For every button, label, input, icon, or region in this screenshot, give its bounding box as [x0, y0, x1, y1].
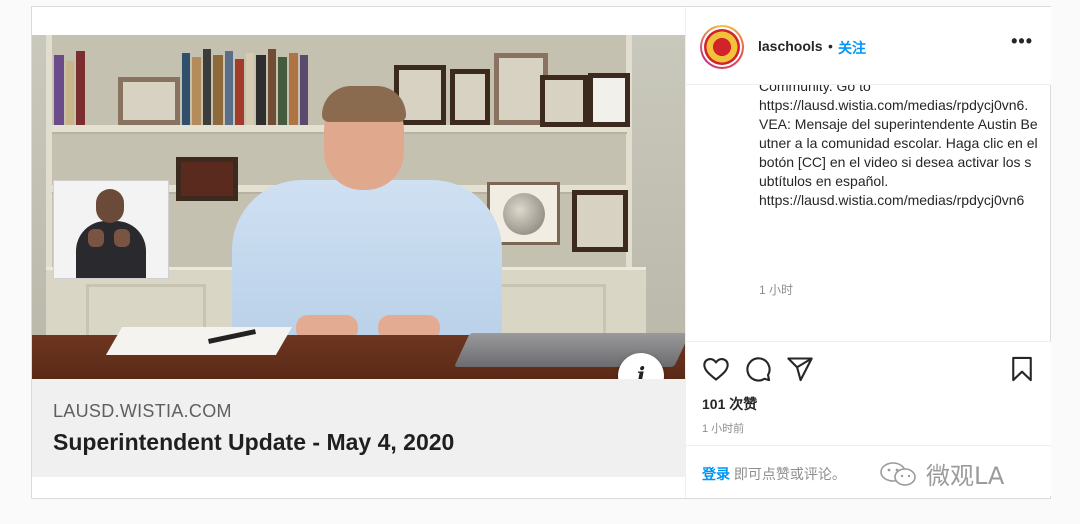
post-media: i LAUSD.WISTIA.COM Superintendent Update…	[32, 7, 685, 498]
login-link[interactable]: 登录	[702, 466, 730, 482]
caption-text: Community. Go to https://lausd.wistia.co…	[759, 78, 1038, 208]
link-title[interactable]: Superintendent Update - May 4, 2020	[53, 429, 664, 456]
interpreter-hand	[114, 229, 130, 247]
username-link[interactable]: laschools	[758, 38, 823, 54]
comment-icon[interactable]	[744, 355, 772, 383]
separator-dot: •	[828, 38, 833, 54]
watermark-text: 微观LA	[926, 462, 1005, 490]
avatar-ring	[702, 27, 742, 67]
book	[203, 49, 211, 125]
avatar[interactable]	[700, 25, 744, 69]
link-domain: LAUSD.WISTIA.COM	[53, 401, 232, 421]
book	[182, 53, 190, 125]
photo-frame	[572, 190, 628, 252]
book	[76, 51, 85, 125]
post-time: 1 小时前	[702, 423, 745, 435]
bookmark-icon[interactable]	[1008, 355, 1036, 383]
wechat-logo-icon	[880, 462, 916, 486]
speaker-hair	[322, 86, 406, 122]
interpreter-hand	[88, 229, 104, 247]
paper	[105, 327, 293, 355]
book	[54, 55, 64, 125]
login-prompt-text: 即可点赞或评论。	[730, 466, 846, 482]
post-header: laschools • 关注 •••	[686, 7, 1051, 85]
share-icon[interactable]	[786, 355, 814, 383]
heart-icon[interactable]	[702, 355, 730, 383]
sign-language-interpreter	[53, 180, 169, 279]
link-preview-card[interactable]: LAUSD.WISTIA.COM Superintendent Update -…	[32, 379, 685, 477]
more-options-icon[interactable]: •••	[1011, 31, 1033, 52]
book	[192, 57, 201, 125]
interpreter-head	[96, 189, 124, 223]
speaker	[222, 86, 512, 360]
interpreter-body	[76, 221, 146, 278]
post-side-panel: laschools • 关注 ••• Community. Go to http…	[685, 7, 1051, 498]
book	[66, 61, 74, 125]
watermark: 微观LA	[878, 456, 1018, 492]
instagram-post: i LAUSD.WISTIA.COM Superintendent Update…	[31, 6, 1051, 499]
like-count[interactable]: 101 次赞	[702, 394, 757, 414]
caption: Community. Go to https://lausd.wistia.co…	[759, 77, 1039, 335]
video-frame[interactable]	[32, 35, 685, 379]
caption-time: 1 小时	[759, 283, 794, 297]
photo-frame	[588, 73, 630, 127]
follow-button[interactable]: 关注	[838, 38, 866, 58]
photo-frame	[540, 75, 588, 127]
photo-frame	[118, 77, 180, 125]
lausd-seal-logo	[704, 29, 740, 65]
